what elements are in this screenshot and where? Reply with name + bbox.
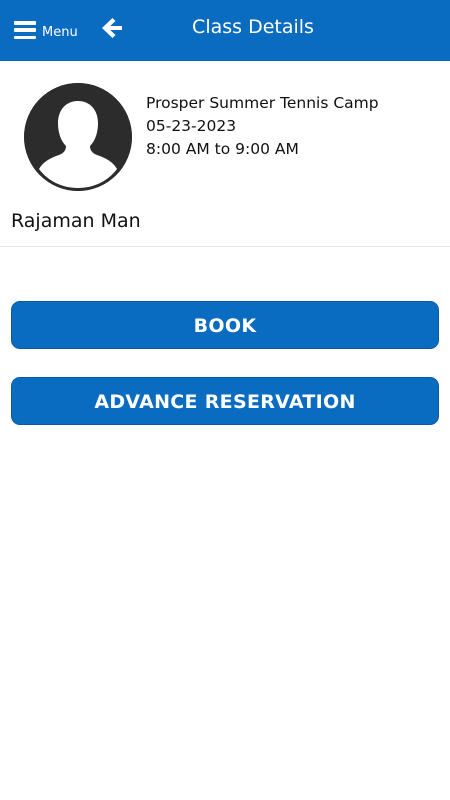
page-title: Class Details [192, 16, 314, 38]
class-time: 8:00 AM to 9:00 AM [146, 140, 299, 158]
back-button[interactable] [100, 16, 124, 40]
class-date: 05-23-2023 [146, 117, 237, 135]
avatar [24, 83, 132, 191]
class-info: Prosper Summer Tennis Camp 05-23-2023 8:… [146, 92, 379, 161]
book-button[interactable]: BOOK [11, 301, 439, 349]
advance-reservation-button[interactable]: ADVANCE RESERVATION [11, 377, 439, 425]
class-name: Prosper Summer Tennis Camp [146, 94, 379, 112]
divider [0, 246, 450, 247]
person-silhouette-icon [24, 83, 132, 191]
arrow-left-icon [102, 18, 122, 38]
menu-label: Menu [42, 25, 78, 40]
menu-button[interactable]: Menu [14, 15, 78, 45]
hamburger-icon [14, 21, 36, 39]
instructor-name: Rajaman Man [11, 210, 141, 232]
app-header: Menu Class Details [0, 0, 450, 61]
